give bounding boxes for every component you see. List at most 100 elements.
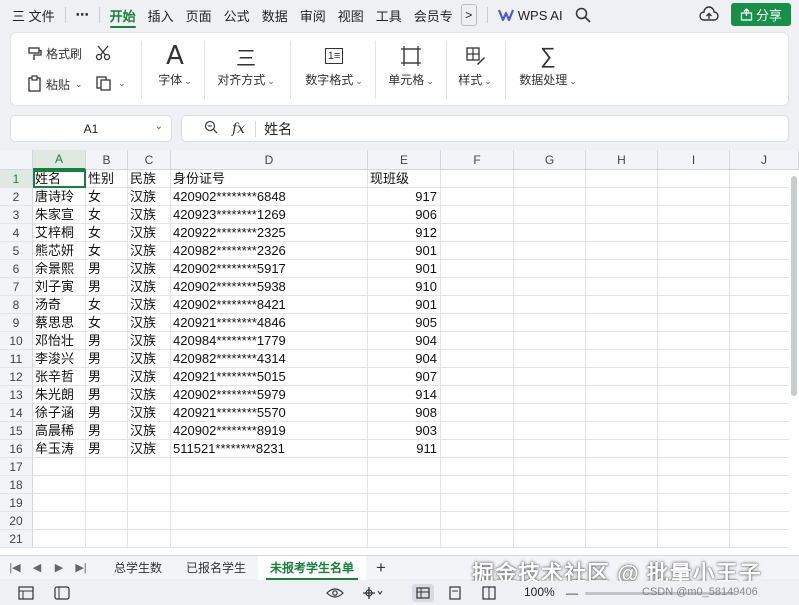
table-cell[interactable] (658, 404, 730, 422)
table-cell[interactable] (586, 314, 658, 332)
table-cell[interactable]: 420921********4846 (171, 314, 368, 332)
table-cell[interactable] (514, 224, 586, 242)
table-cell[interactable] (586, 440, 658, 458)
zoom-out-icon[interactable]: — (566, 585, 578, 601)
ribbon-tab-7[interactable]: 工具 (370, 0, 408, 30)
table-cell[interactable]: 唐诗玲 (33, 188, 86, 206)
table-cell[interactable] (128, 530, 171, 548)
add-sheet-button[interactable]: + (366, 558, 396, 578)
table-cell[interactable] (586, 476, 658, 494)
more-menu-button[interactable]: ⋯ (70, 0, 95, 30)
tabs-more-button[interactable]: > (460, 4, 477, 26)
table-cell[interactable] (514, 422, 586, 440)
table-cell[interactable]: 汉族 (128, 350, 171, 368)
table-cell[interactable] (658, 206, 730, 224)
table-cell[interactable] (658, 512, 730, 530)
table-cell[interactable]: 511521********8231 (171, 440, 368, 458)
first-sheet-icon[interactable]: |◀ (4, 561, 26, 574)
table-cell[interactable] (658, 314, 730, 332)
page-layout-icon[interactable] (448, 585, 462, 601)
header-cell[interactable]: 民族 (128, 170, 171, 188)
ribbon-tab-8[interactable]: 会员专 (408, 0, 459, 30)
table-cell[interactable] (658, 188, 730, 206)
ribbon-tab-0[interactable]: 开始 (104, 0, 142, 30)
table-cell[interactable] (514, 494, 586, 512)
row-header[interactable]: 4 (0, 224, 33, 242)
table-cell[interactable] (514, 170, 586, 188)
table-cell[interactable] (586, 206, 658, 224)
table-cell[interactable]: 911 (368, 440, 441, 458)
row-header[interactable]: 13 (0, 386, 33, 404)
table-cell[interactable]: 901 (368, 242, 441, 260)
table-cell[interactable] (441, 512, 514, 530)
row-header[interactable]: 1 (0, 170, 33, 188)
table-cell[interactable] (171, 476, 368, 494)
table-cell[interactable] (586, 242, 658, 260)
table-cell[interactable] (86, 458, 128, 476)
table-cell[interactable] (586, 512, 658, 530)
table-cell[interactable] (441, 494, 514, 512)
table-cell[interactable]: 男 (86, 368, 128, 386)
table-cell[interactable]: 汉族 (128, 242, 171, 260)
ribbon-tab-4[interactable]: 数据 (256, 0, 294, 30)
table-cell[interactable]: 420902********5979 (171, 386, 368, 404)
table-cell[interactable]: 904 (368, 350, 441, 368)
table-cell[interactable] (514, 440, 586, 458)
table-cell[interactable] (658, 242, 730, 260)
table-cell[interactable] (86, 530, 128, 548)
table-cell[interactable]: 420984********1779 (171, 332, 368, 350)
header-cell[interactable]: 现班级 (368, 170, 441, 188)
row-header[interactable]: 14 (0, 404, 33, 422)
table-cell[interactable]: 熊芯妍 (33, 242, 86, 260)
table-cell[interactable]: 邓怡壮 (33, 332, 86, 350)
table-cell[interactable]: 汉族 (128, 404, 171, 422)
share-button[interactable]: 分享 (731, 3, 791, 26)
paste-button[interactable]: 粘贴 ⌄ (27, 75, 83, 93)
table-cell[interactable] (441, 260, 514, 278)
row-header[interactable]: 2 (0, 188, 33, 206)
table-cell[interactable] (441, 296, 514, 314)
table-cell[interactable] (368, 476, 441, 494)
table-cell[interactable]: 刘子寅 (33, 278, 86, 296)
table-cell[interactable] (586, 296, 658, 314)
column-header[interactable]: E (368, 150, 441, 170)
table-cell[interactable] (441, 386, 514, 404)
table-cell[interactable]: 汉族 (128, 260, 171, 278)
insert-function-icon[interactable]: fx (232, 121, 245, 137)
table-cell[interactable] (658, 440, 730, 458)
row-header[interactable]: 3 (0, 206, 33, 224)
table-cell[interactable]: 男 (86, 386, 128, 404)
table-cell[interactable] (33, 494, 86, 512)
formula-bar[interactable]: fx 姓名 (181, 115, 789, 142)
table-cell[interactable]: 420902********8919 (171, 422, 368, 440)
column-header[interactable]: G (514, 150, 586, 170)
table-cell[interactable]: 420902********6848 (171, 188, 368, 206)
row-header[interactable]: 9 (0, 314, 33, 332)
table-cell[interactable] (514, 242, 586, 260)
table-cell[interactable] (171, 458, 368, 476)
table-cell[interactable]: 女 (86, 188, 128, 206)
next-sheet-icon[interactable]: ▶ (48, 561, 70, 574)
table-cell[interactable] (514, 314, 586, 332)
row-header[interactable]: 19 (0, 494, 33, 512)
table-cell[interactable]: 汉族 (128, 440, 171, 458)
table-cell[interactable]: 907 (368, 368, 441, 386)
table-cell[interactable] (514, 260, 586, 278)
column-header[interactable]: A (33, 150, 86, 170)
table-cell[interactable]: 汉族 (128, 224, 171, 242)
table-cell[interactable] (586, 368, 658, 386)
format-painter-button[interactable]: 格式刷 (27, 45, 82, 62)
table-cell[interactable] (441, 440, 514, 458)
alignment-button[interactable]: 三 对齐方式 ⌄ (211, 41, 281, 88)
table-cell[interactable] (128, 494, 171, 512)
table-cell[interactable]: 汉族 (128, 314, 171, 332)
sheet-list-icon[interactable] (54, 585, 70, 601)
table-cell[interactable] (586, 260, 658, 278)
table-cell[interactable]: 汉族 (128, 188, 171, 206)
table-cell[interactable] (441, 314, 514, 332)
sheet-tab-2[interactable]: 未报考学生名单 (258, 555, 367, 580)
column-header[interactable]: J (730, 150, 799, 170)
column-header[interactable]: B (86, 150, 128, 170)
table-cell[interactable]: 蔡思思 (33, 314, 86, 332)
table-cell[interactable] (586, 404, 658, 422)
